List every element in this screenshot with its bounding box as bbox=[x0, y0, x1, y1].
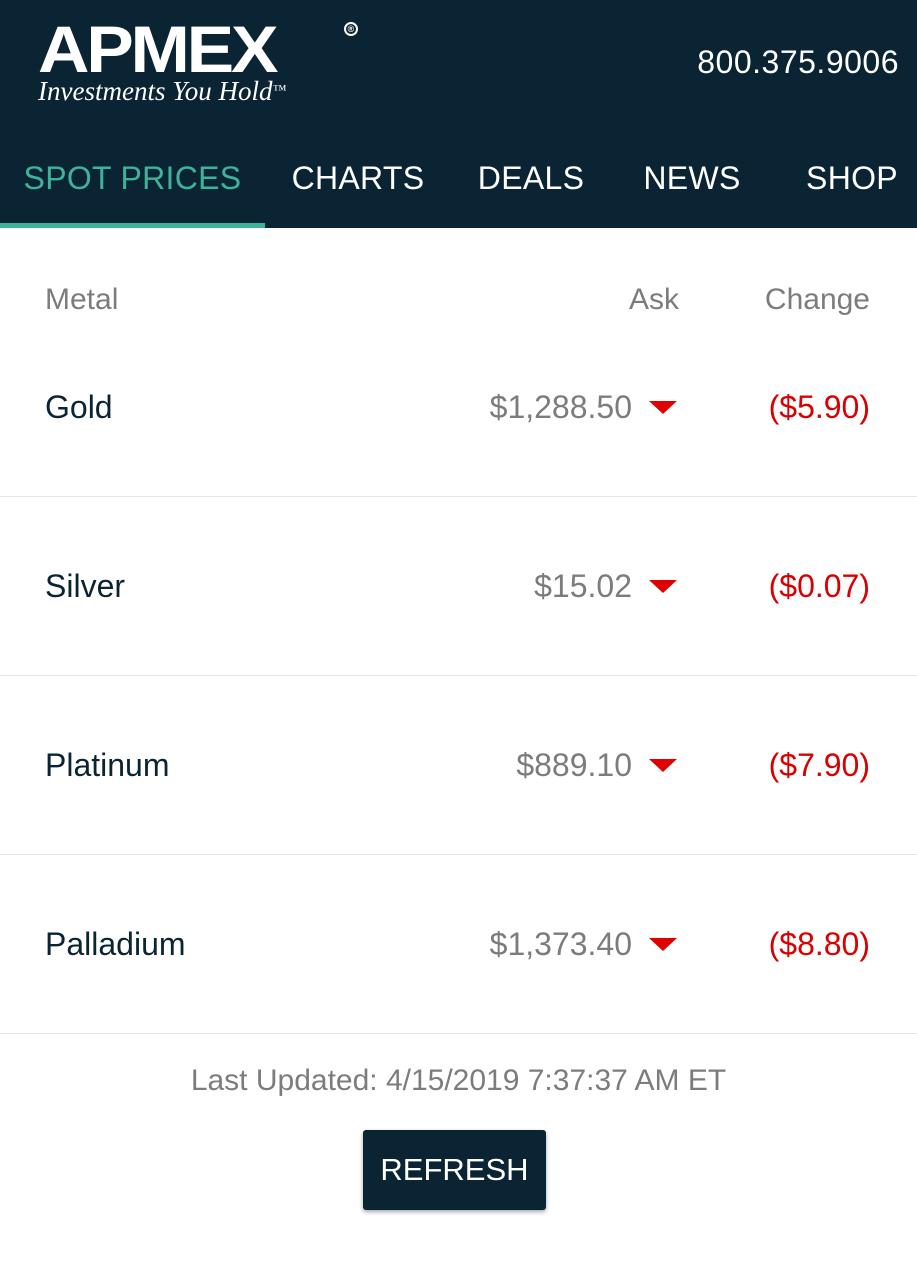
phone-number-link[interactable]: 800.375.9006 bbox=[697, 40, 899, 84]
active-tab-indicator bbox=[0, 223, 265, 228]
metal-name: Palladium bbox=[45, 926, 186, 962]
tab-spot-prices[interactable]: SPOT PRICES bbox=[0, 140, 265, 228]
tab-deals[interactable]: DEALS bbox=[460, 140, 602, 228]
ask-price: $889.10 bbox=[516, 747, 632, 783]
tab-shop[interactable]: SHOP bbox=[792, 140, 912, 228]
main-nav-tabs: SPOT PRICES CHARTS DEALS NEWS SHOP bbox=[0, 140, 917, 228]
app-header: APMEX ® Investments You Hold™ 800.375.90… bbox=[0, 0, 917, 228]
down-arrow-icon bbox=[649, 401, 677, 414]
logo-tagline: Investments You Hold™ bbox=[38, 74, 328, 108]
logo-wordmark: APMEX bbox=[38, 12, 279, 86]
apmex-logo[interactable]: APMEX ® Investments You Hold™ bbox=[38, 16, 358, 108]
down-arrow-icon bbox=[649, 759, 677, 772]
metal-name: Gold bbox=[45, 389, 113, 425]
tab-news[interactable]: NEWS bbox=[628, 140, 756, 228]
price-row-palladium[interactable]: Palladium $1,373.40 ($8.80) bbox=[0, 855, 917, 1034]
ask-price: $15.02 bbox=[534, 568, 632, 604]
refresh-button[interactable]: REFRESH bbox=[363, 1130, 546, 1210]
trademark-mark: ™ bbox=[272, 83, 287, 98]
metal-name: Silver bbox=[45, 568, 126, 604]
tagline-text: Investments You Hold bbox=[38, 76, 273, 106]
registered-mark: ® bbox=[344, 22, 358, 36]
price-row-platinum[interactable]: Platinum $889.10 ($7.90) bbox=[0, 676, 917, 855]
price-row-silver[interactable]: Silver $15.02 ($0.07) bbox=[0, 497, 917, 676]
ask-price: $1,288.50 bbox=[489, 389, 632, 425]
price-change: ($7.90) bbox=[768, 747, 870, 783]
down-arrow-icon bbox=[649, 938, 677, 951]
price-change: ($5.90) bbox=[768, 389, 870, 425]
down-arrow-icon bbox=[649, 580, 677, 593]
metal-name: Platinum bbox=[45, 747, 170, 783]
price-row-gold[interactable]: Gold $1,288.50 ($5.90) bbox=[0, 318, 917, 497]
ask-price: $1,373.40 bbox=[489, 926, 632, 962]
tab-charts[interactable]: CHARTS bbox=[270, 140, 446, 228]
price-change: ($0.07) bbox=[768, 568, 870, 604]
last-updated-text: Last Updated: 4/15/2019 7:37:37 AM ET bbox=[190, 1064, 727, 1097]
price-change: ($8.80) bbox=[768, 926, 870, 962]
